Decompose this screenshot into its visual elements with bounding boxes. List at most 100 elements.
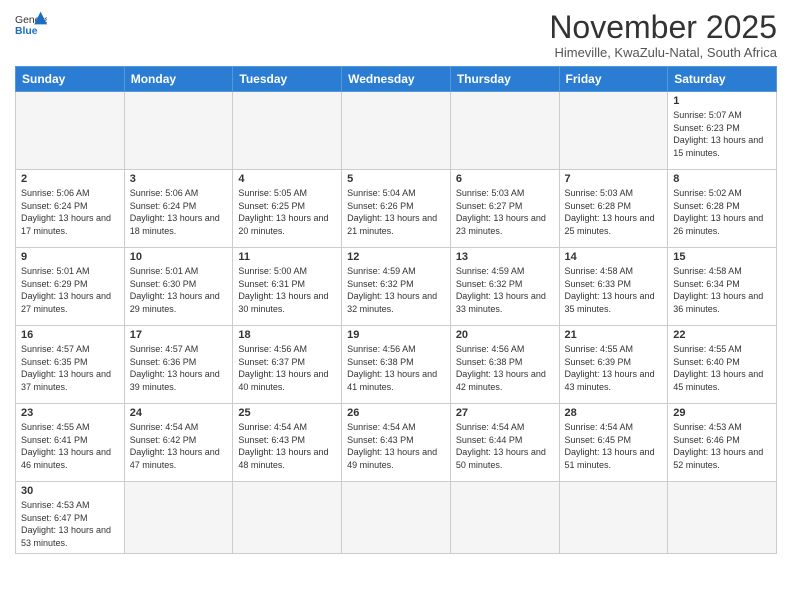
calendar-page: General Blue November 2025 Himeville, Kw… xyxy=(0,0,792,612)
calendar-cell-37 xyxy=(233,482,342,553)
calendar-cell-16: 11 Sunrise: 5:00 AMSunset: 6:31 PMDayligh… xyxy=(233,248,342,326)
calendar-cell-4 xyxy=(450,92,559,170)
day-number: 4 xyxy=(238,173,336,185)
day-number: 10 xyxy=(130,251,228,263)
header-tuesday: Tuesday xyxy=(233,67,342,92)
day-info: Sunrise: 4:58 AMSunset: 6:33 PMDaylight:… xyxy=(565,266,655,314)
calendar-cell-20: 15Sunrise: 4:58 AMSunset: 6:34 PMDayligh… xyxy=(668,248,777,326)
day-info: Sunrise: 4:54 AMSunset: 6:42 PMDaylight:… xyxy=(130,422,220,470)
day-info: Sunrise: 4:57 AMSunset: 6:36 PMDaylight:… xyxy=(130,344,220,392)
calendar-cell-31: 26 Sunrise: 4:54 AMSunset: 6:43 PMDayligh… xyxy=(342,404,451,482)
day-info: Sunrise: 5:06 AMSunset: 6:24 PMDaylight:… xyxy=(130,188,220,236)
day-info: Sunrise: 5:03 AMSunset: 6:27 PMDaylight:… xyxy=(456,188,546,236)
calendar-cell-28: 23Sunrise: 4:55 AMSunset: 6:41 PMDayligh… xyxy=(16,404,125,482)
day-info: Sunrise: 4:54 AMSunset: 6:43 PMDaylight:… xyxy=(347,422,437,470)
svg-text:Blue: Blue xyxy=(15,26,38,37)
day-info: Sunrise: 5:05 AMSunset: 6:25 PMDaylight:… xyxy=(238,188,328,236)
day-number: 1 xyxy=(673,95,771,107)
day-info: Sunrise: 4:58 AMSunset: 6:34 PMDaylight:… xyxy=(673,266,763,314)
title-block: November 2025 Himeville, KwaZulu-Natal, … xyxy=(549,10,777,60)
calendar-cell-13: 8Sunrise: 5:02 AMSunset: 6:28 PMDaylight… xyxy=(668,170,777,248)
calendar-cell-41 xyxy=(668,482,777,553)
day-info: Sunrise: 5:06 AMSunset: 6:24 PMDaylight:… xyxy=(21,188,111,236)
calendar-cell-17: 12 Sunrise: 4:59 AMSunset: 6:32 PMDayligh… xyxy=(342,248,451,326)
day-info: Sunrise: 5:04 AMSunset: 6:26 PMDaylight:… xyxy=(347,188,437,236)
day-info: Sunrise: 5:01 AMSunset: 6:29 PMDaylight:… xyxy=(21,266,111,314)
calendar-cell-30: 25Sunrise: 4:54 AMSunset: 6:43 PMDayligh… xyxy=(233,404,342,482)
day-info: Sunrise: 5:00 AMSunset: 6:31 PMDaylight:… xyxy=(238,266,328,314)
day-number: 7 xyxy=(565,173,663,185)
header: General Blue November 2025 Himeville, Kw… xyxy=(15,10,777,60)
header-friday: Friday xyxy=(559,67,668,92)
calendar-cell-39 xyxy=(450,482,559,553)
day-info: Sunrise: 4:54 AMSunset: 6:45 PMDaylight:… xyxy=(565,422,655,470)
header-sunday: Sunday xyxy=(16,67,125,92)
month-title: November 2025 xyxy=(549,10,777,45)
calendar-cell-19: 14 Sunrise: 4:58 AMSunset: 6:33 PMDayligh… xyxy=(559,248,668,326)
day-number: 16 xyxy=(21,329,119,341)
day-number: 19 xyxy=(347,329,445,341)
calendar-cell-1 xyxy=(124,92,233,170)
calendar-cell-2 xyxy=(233,92,342,170)
day-number: 8 xyxy=(673,173,771,185)
day-number: 28 xyxy=(565,407,663,419)
day-info: Sunrise: 5:03 AMSunset: 6:28 PMDaylight:… xyxy=(565,188,655,236)
calendar-table: Sunday Monday Tuesday Wednesday Thursday… xyxy=(15,66,777,553)
calendar-cell-6: 1 Sunrise: 5:07 AMSunset: 6:23 PMDaylight… xyxy=(668,92,777,170)
calendar-cell-8: 3Sunrise: 5:06 AMSunset: 6:24 PMDaylight… xyxy=(124,170,233,248)
day-number: 14 xyxy=(565,251,663,263)
day-info: Sunrise: 4:57 AMSunset: 6:35 PMDaylight:… xyxy=(21,344,111,392)
day-info: Sunrise: 4:55 AMSunset: 6:39 PMDaylight:… xyxy=(565,344,655,392)
calendar-cell-29: 24 Sunrise: 4:54 AMSunset: 6:42 PMDayligh… xyxy=(124,404,233,482)
day-number: 6 xyxy=(456,173,554,185)
day-number: 29 xyxy=(673,407,771,419)
calendar-cell-5 xyxy=(559,92,668,170)
day-number: 26 xyxy=(347,407,445,419)
day-number: 22 xyxy=(673,329,771,341)
calendar-cell-0 xyxy=(16,92,125,170)
day-info: Sunrise: 4:55 AMSunset: 6:41 PMDaylight:… xyxy=(21,422,111,470)
calendar-cell-22: 17 Sunrise: 4:57 AMSunset: 6:36 PMDayligh… xyxy=(124,326,233,404)
calendar-cell-38 xyxy=(342,482,451,553)
day-number: 17 xyxy=(130,329,228,341)
day-info: Sunrise: 4:56 AMSunset: 6:38 PMDaylight:… xyxy=(456,344,546,392)
calendar-cell-35: 30Sunrise: 4:53 AMSunset: 6:47 PMDayligh… xyxy=(16,482,125,553)
calendar-cell-25: 20 Sunrise: 4:56 AMSunset: 6:38 PMDayligh… xyxy=(450,326,559,404)
day-info: Sunrise: 4:54 AMSunset: 6:44 PMDaylight:… xyxy=(456,422,546,470)
day-info: Sunrise: 4:56 AMSunset: 6:38 PMDaylight:… xyxy=(347,344,437,392)
day-info: Sunrise: 5:07 AMSunset: 6:23 PMDaylight:… xyxy=(673,110,763,158)
header-thursday: Thursday xyxy=(450,67,559,92)
calendar-cell-3 xyxy=(342,92,451,170)
calendar-cell-27: 22 Sunrise: 4:55 AMSunset: 6:40 PMDayligh… xyxy=(668,326,777,404)
day-number: 20 xyxy=(456,329,554,341)
calendar-cell-24: 19 Sunrise: 4:56 AMSunset: 6:38 PMDayligh… xyxy=(342,326,451,404)
day-info: Sunrise: 4:54 AMSunset: 6:43 PMDaylight:… xyxy=(238,422,328,470)
day-number: 13 xyxy=(456,251,554,263)
calendar-cell-7: 2 Sunrise: 5:06 AMSunset: 6:24 PMDaylight… xyxy=(16,170,125,248)
day-number: 11 xyxy=(238,251,336,263)
calendar-cell-14: 9 Sunrise: 5:01 AMSunset: 6:29 PMDaylight… xyxy=(16,248,125,326)
day-info: Sunrise: 4:59 AMSunset: 6:32 PMDaylight:… xyxy=(347,266,437,314)
day-number: 21 xyxy=(565,329,663,341)
day-number: 2 xyxy=(21,173,119,185)
day-info: Sunrise: 4:55 AMSunset: 6:40 PMDaylight:… xyxy=(673,344,763,392)
calendar-cell-26: 21 Sunrise: 4:55 AMSunset: 6:39 PMDayligh… xyxy=(559,326,668,404)
day-number: 24 xyxy=(130,407,228,419)
calendar-cell-9: 4 Sunrise: 5:05 AMSunset: 6:25 PMDaylight… xyxy=(233,170,342,248)
calendar-cell-32: 27 Sunrise: 4:54 AMSunset: 6:44 PMDayligh… xyxy=(450,404,559,482)
header-monday: Monday xyxy=(124,67,233,92)
day-info: Sunrise: 4:56 AMSunset: 6:37 PMDaylight:… xyxy=(238,344,328,392)
day-number: 12 xyxy=(347,251,445,263)
calendar-cell-11: 6 Sunrise: 5:03 AMSunset: 6:27 PMDaylight… xyxy=(450,170,559,248)
calendar-cell-12: 7 Sunrise: 5:03 AMSunset: 6:28 PMDaylight… xyxy=(559,170,668,248)
location-subtitle: Himeville, KwaZulu-Natal, South Africa xyxy=(549,45,777,60)
calendar-cell-36 xyxy=(124,482,233,553)
day-number: 5 xyxy=(347,173,445,185)
day-number: 9 xyxy=(21,251,119,263)
day-number: 27 xyxy=(456,407,554,419)
day-info: Sunrise: 5:01 AMSunset: 6:30 PMDaylight:… xyxy=(130,266,220,314)
calendar-cell-18: 13Sunrise: 4:59 AMSunset: 6:32 PMDayligh… xyxy=(450,248,559,326)
header-wednesday: Wednesday xyxy=(342,67,451,92)
calendar-cell-23: 18Sunrise: 4:56 AMSunset: 6:37 PMDayligh… xyxy=(233,326,342,404)
calendar-cell-10: 5 Sunrise: 5:04 AMSunset: 6:26 PMDaylight… xyxy=(342,170,451,248)
